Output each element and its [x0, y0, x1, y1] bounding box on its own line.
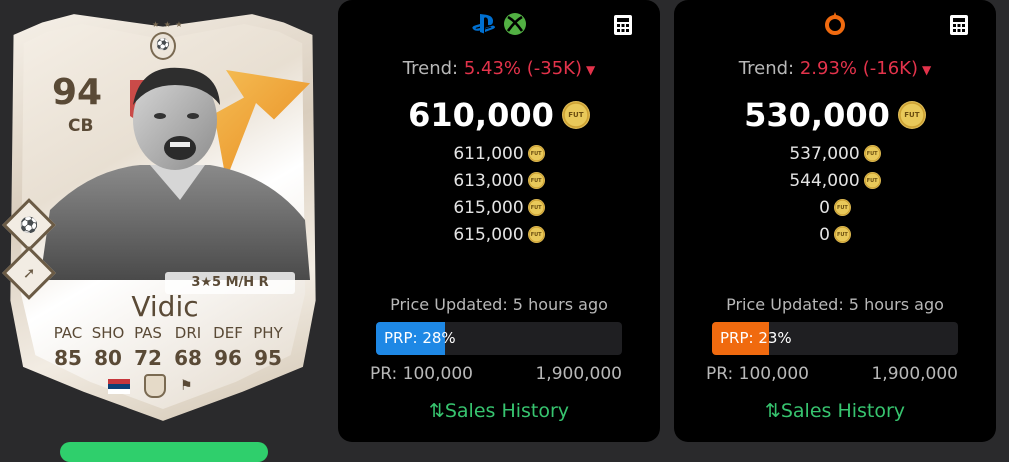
coin-icon: FUT	[863, 172, 881, 189]
stat-label: DEF	[213, 324, 243, 342]
stat-value: 80	[94, 346, 122, 370]
price-value: 0	[819, 197, 830, 218]
stat-label: DRI	[174, 324, 202, 342]
list-item: 611,000 FUT	[338, 140, 660, 167]
price-range-min: PR: 100,000	[706, 364, 809, 384]
price-value: 613,000	[453, 170, 524, 191]
player-card[interactable]: ★ ★ ★ ⚽ 94 CB ⚽ ➚ 3★5 M/H R Vidic PAC SH…	[0, 10, 330, 450]
club-badge-icon: ⚑	[180, 378, 193, 394]
coin-icon: FUT	[527, 226, 545, 243]
prp-label: PRP: 28%	[384, 329, 456, 347]
playstation-icon[interactable]	[471, 12, 497, 36]
trend-value: 5.43% (-35K)	[463, 58, 582, 79]
stat-value: 68	[174, 346, 202, 370]
price-list: 611,000 FUT 613,000 FUT 615,000 FUT 615,000…	[338, 140, 660, 248]
league-badge-icon	[144, 374, 166, 398]
coin-icon: FUT	[863, 145, 881, 162]
xbox-icon[interactable]	[503, 12, 527, 36]
price-value: 615,000	[453, 224, 524, 245]
trend-line: Trend: 5.43% (-35K) ▼	[338, 58, 660, 79]
price-range-min: PR: 100,000	[370, 364, 473, 384]
calculator-icon[interactable]	[614, 15, 632, 35]
sort-arrows-icon: ⇅	[428, 400, 445, 422]
price-value: 615,000	[453, 197, 524, 218]
platform-icons	[674, 12, 996, 36]
prp-progress-bar: PRP: 28%	[376, 322, 622, 355]
sales-history-link[interactable]: ⇅Sales History	[338, 400, 660, 422]
calculator-icon[interactable]	[950, 15, 968, 35]
sales-history-link[interactable]: ⇅Sales History	[674, 400, 996, 422]
trend-label: Trend:	[738, 58, 795, 79]
lowest-price-value: 530,000	[744, 96, 890, 134]
price-list: 537,000 FUT 544,000 FUT 0 FUT 0 FUT	[674, 140, 996, 248]
caret-down-icon: ▼	[585, 63, 596, 77]
coin-icon: FUT	[897, 101, 926, 129]
list-item: 537,000 FUT	[674, 140, 996, 167]
stat-value: 72	[134, 346, 162, 370]
price-panel-pc: Trend: 2.93% (-16K) ▼ 530,000 FUT 537,000…	[674, 0, 996, 442]
card-badges: ⚑	[108, 374, 196, 398]
stat-value: 85	[54, 346, 82, 370]
price-range-max: 1,900,000	[535, 364, 622, 384]
lowest-price-value: 610,000	[408, 96, 554, 134]
lowest-price: 530,000 FUT	[674, 96, 996, 134]
coin-icon: FUT	[833, 199, 851, 216]
sort-arrows-icon: ⇅	[764, 400, 781, 422]
coin-icon: FUT	[527, 145, 545, 162]
sales-history-label: Sales History	[444, 400, 570, 422]
green-action-button[interactable]	[60, 442, 268, 462]
list-item: 0 FUT	[674, 194, 996, 221]
coin-icon: FUT	[833, 226, 851, 243]
price-value: 611,000	[453, 143, 524, 164]
coin-icon: FUT	[527, 172, 545, 189]
origin-icon[interactable]	[824, 12, 846, 36]
crest-label: ★ ★ ★	[152, 20, 184, 29]
price-updated: Price Updated: 5 hours ago	[726, 295, 944, 314]
list-item: 615,000 FUT	[338, 221, 660, 248]
serbia-flag-icon	[108, 378, 130, 394]
stat-value: 96	[214, 346, 242, 370]
price-value: 544,000	[789, 170, 860, 191]
stat-label: PAC	[53, 324, 83, 342]
coin-icon: FUT	[527, 199, 545, 216]
football-icon: ⚽	[19, 216, 39, 234]
price-updated: Price Updated: 5 hours ago	[390, 295, 608, 314]
price-range: PR: 100,000 1,900,000	[370, 364, 622, 384]
prp-label: PRP: 23%	[720, 329, 792, 347]
stat-value: 95	[254, 346, 282, 370]
icon-crest-icon: ⚽	[150, 32, 176, 60]
stat-label: SHO	[91, 324, 125, 342]
caret-down-icon: ▼	[921, 63, 932, 77]
sales-history-label: Sales History	[780, 400, 906, 422]
list-item: 613,000 FUT	[338, 167, 660, 194]
stat-label: PHY	[253, 324, 283, 342]
platform-icons	[338, 12, 660, 36]
price-value: 537,000	[789, 143, 860, 164]
price-panel-console: Trend: 5.43% (-35K) ▼ 610,000 FUT 611,000…	[338, 0, 660, 442]
list-item: 615,000 FUT	[338, 194, 660, 221]
overall-rating: 94	[52, 72, 103, 113]
trend-line: Trend: 2.93% (-16K) ▼	[674, 58, 996, 79]
prp-progress-bar: PRP: 23%	[712, 322, 958, 355]
player-name: Vidic	[131, 290, 199, 323]
coin-icon: FUT	[561, 101, 590, 129]
list-item: 0 FUT	[674, 221, 996, 248]
player-position: CB	[68, 116, 94, 136]
price-range: PR: 100,000 1,900,000	[706, 364, 958, 384]
lowest-price: 610,000 FUT	[338, 96, 660, 134]
stat-label: PAS	[134, 324, 162, 342]
price-range-max: 1,900,000	[871, 364, 958, 384]
list-item: 544,000 FUT	[674, 167, 996, 194]
stat-values: 85 80 72 68 96 95	[48, 346, 288, 370]
trend-value: 2.93% (-16K)	[799, 58, 918, 79]
trend-label: Trend:	[402, 58, 459, 79]
price-value: 0	[819, 224, 830, 245]
stat-labels: PAC SHO PAS DRI DEF PHY	[48, 324, 288, 342]
arrow-icon: ➚	[22, 263, 36, 282]
